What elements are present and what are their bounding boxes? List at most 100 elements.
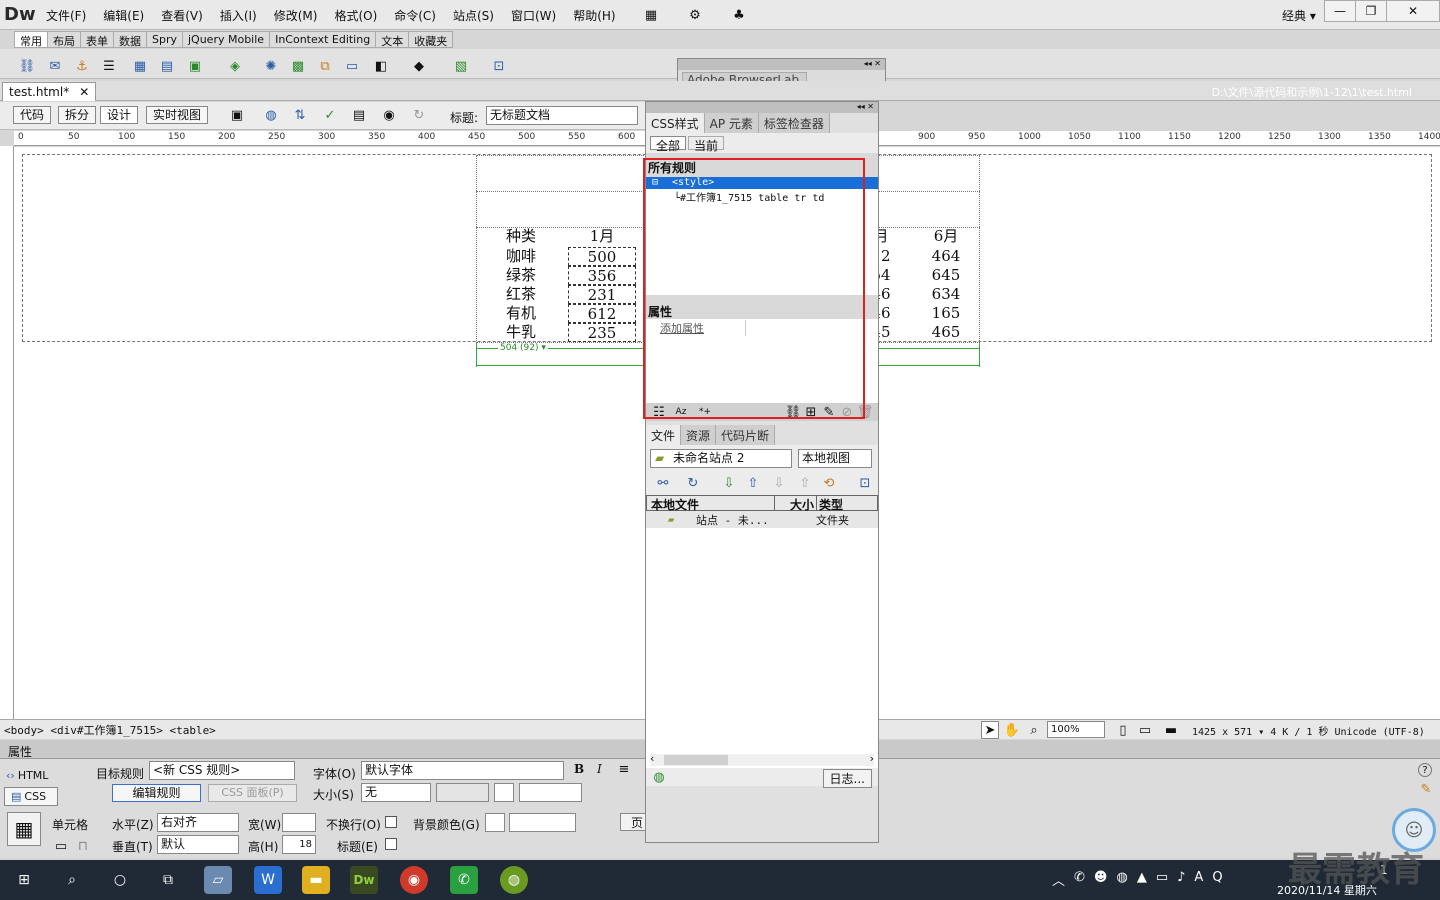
help-icon[interactable]: ? — [1418, 763, 1432, 777]
table-cell[interactable]: 465 — [916, 323, 976, 342]
tag-chooser-icon[interactable]: ⊡ — [490, 57, 508, 75]
bold-button[interactable]: B — [574, 762, 584, 776]
cell-height-input[interactable]: 18 — [282, 835, 316, 854]
tab-text[interactable]: 文本 — [376, 31, 410, 48]
comment-icon[interactable]: ▭ — [343, 57, 361, 75]
widget-icon[interactable]: ✺ — [262, 57, 280, 75]
size-unit-select[interactable] — [436, 783, 489, 802]
site-manager-icon[interactable]: ♣ — [730, 6, 748, 24]
table-width-label[interactable]: 504 (92) ▾ — [498, 343, 548, 353]
notes-app-icon[interactable]: ▱ — [204, 866, 232, 894]
live-view-button[interactable]: 实时视图 — [146, 106, 209, 124]
script-icon[interactable]: ◆ — [410, 57, 428, 75]
multiscreen-icon[interactable]: ▣ — [228, 106, 246, 124]
view-select[interactable]: 本地视图 — [798, 449, 872, 468]
email-link-icon[interactable]: ✉ — [46, 57, 64, 75]
tab-favorites[interactable]: 收藏夹 — [409, 31, 454, 48]
wechat-tray-icon[interactable]: ✆ — [1074, 870, 1085, 889]
globe-icon[interactable]: ◍ — [262, 106, 280, 124]
wechat-icon[interactable]: ✆ — [450, 866, 478, 894]
check-out-icon[interactable]: ⇩ — [770, 474, 788, 492]
tablet-size-icon[interactable]: ▭ — [1136, 721, 1154, 739]
size-select[interactable]: 无 — [361, 783, 431, 802]
log-button[interactable]: 日志... — [822, 769, 872, 788]
tab-spry[interactable]: Spry — [147, 31, 183, 48]
panel-group-titlebar[interactable]: ◂◂ ✕ — [646, 102, 878, 113]
table-cell[interactable]: 绿茶 — [496, 266, 546, 285]
restore-button[interactable]: ❐ — [1355, 0, 1387, 22]
split-cells-icon[interactable]: ⊓ — [74, 837, 92, 855]
table-header-cell[interactable]: 1月 — [568, 227, 636, 246]
layout-icon[interactable]: ▦ — [642, 6, 660, 24]
mobile-size-icon[interactable]: ▯ — [1114, 721, 1132, 739]
div-icon[interactable]: ▤ — [158, 57, 176, 75]
tab-tag-inspector[interactable]: 标签检查器 — [758, 113, 830, 133]
table-cell[interactable]: 645 — [916, 266, 976, 285]
browserlab-titlebar[interactable]: ◂◂ ✕ — [678, 59, 885, 70]
design-view-button[interactable]: 设计 — [100, 106, 139, 124]
network-tray-icon[interactable]: ◍ — [1116, 870, 1127, 889]
bgcolor-picker[interactable] — [485, 813, 505, 832]
column-type[interactable]: 类型 — [817, 496, 877, 512]
tab-current[interactable]: 当前 — [688, 136, 725, 153]
table-cell[interactable]: 464 — [916, 247, 976, 266]
table-cell[interactable]: 有机 — [496, 304, 546, 323]
table-cell[interactable]: 红茶 — [496, 285, 546, 304]
tab-layout[interactable]: 布局 — [48, 31, 81, 48]
column-local-files[interactable]: 本地文件 — [647, 496, 775, 512]
refresh-icon[interactable]: ↻ — [410, 106, 428, 124]
css-mode-button[interactable]: ▤ CSS — [4, 787, 58, 806]
table-cell[interactable]: 356 — [568, 266, 636, 285]
notification-tray-icon[interactable]: ▲ — [1137, 870, 1147, 889]
tab-data[interactable]: 数据 — [114, 31, 147, 48]
scroll-right-icon[interactable]: › — [870, 752, 874, 765]
vert-select[interactable]: 默认 — [157, 835, 239, 854]
target-rule-select[interactable]: <新 CSS 规则> — [149, 761, 295, 780]
table-cell[interactable]: 牛乳 — [496, 323, 546, 342]
table-cell[interactable]: 634 — [916, 285, 976, 304]
chevron-up-icon[interactable]: ︿ — [1052, 870, 1065, 889]
table-header-cell[interactable]: 6月 — [916, 227, 976, 246]
tag-selector[interactable]: <body> <div#工作簿1_7515> <table> — [4, 722, 216, 738]
hand-tool-icon[interactable]: ✋ — [1003, 721, 1021, 739]
connect-icon[interactable]: ⚯ — [654, 474, 672, 492]
cell-width-input[interactable] — [282, 813, 316, 832]
tab-snippets[interactable]: 代码片断 — [716, 425, 776, 445]
tab-css-styles[interactable]: CSS样式 — [646, 113, 705, 133]
text-color-input[interactable] — [519, 783, 582, 802]
page-title-input[interactable]: 无标题文档 — [486, 106, 638, 125]
tab-ap-elements[interactable]: AP 元素 — [704, 113, 759, 133]
app-icon[interactable]: ◍ — [500, 866, 528, 894]
volume-icon[interactable]: ♪ — [1177, 870, 1185, 889]
get-files-icon[interactable]: ⇩ — [720, 474, 738, 492]
hyperlink-icon[interactable]: ⛓ — [18, 57, 36, 75]
expand-icon[interactable]: ⊡ — [856, 474, 874, 492]
quick-tag-editor-icon[interactable]: ✎ — [1417, 780, 1435, 798]
document-tab[interactable]: test.html* ✕ — [2, 82, 97, 101]
tab-forms[interactable]: 表单 — [81, 31, 114, 48]
visual-aids-icon[interactable]: ◉ — [380, 106, 398, 124]
validate-icon[interactable]: ▤ — [350, 106, 368, 124]
image-icon[interactable]: ▣ — [186, 57, 204, 75]
media-icon[interactable]: ◈ — [226, 57, 244, 75]
scrollbar-thumb[interactable] — [664, 755, 728, 765]
table-cell[interactable]: 612 — [568, 304, 636, 323]
tab-incontext-editing[interactable]: InContext Editing — [270, 31, 377, 48]
split-view-button[interactable]: 拆分 — [58, 106, 97, 124]
desktop-size-icon[interactable]: ▬ — [1162, 721, 1180, 739]
tab-all-rules[interactable]: 全部 — [650, 136, 687, 153]
edit-rule-button[interactable]: 编辑规则 — [112, 784, 201, 802]
zoom-tool-icon[interactable]: ⌕ — [1025, 721, 1043, 739]
column-size[interactable]: 大小 — [775, 496, 817, 512]
menu-site[interactable]: 站点(S) — [453, 7, 494, 24]
page-properties-button[interactable]: 页 — [620, 813, 646, 831]
menu-modify[interactable]: 修改(M) — [274, 7, 318, 24]
scroll-left-icon[interactable]: ‹ — [650, 752, 654, 765]
search-icon[interactable]: ⌕ — [58, 866, 86, 894]
italic-button[interactable]: I — [597, 762, 602, 776]
tab-common[interactable]: 常用 — [14, 31, 48, 48]
file-management-icon[interactable]: ⇅ — [291, 106, 309, 124]
bgcolor-input[interactable] — [509, 813, 576, 832]
q-app-tray-icon[interactable]: Q — [1212, 870, 1222, 889]
menu-view[interactable]: 查看(V) — [161, 7, 203, 24]
